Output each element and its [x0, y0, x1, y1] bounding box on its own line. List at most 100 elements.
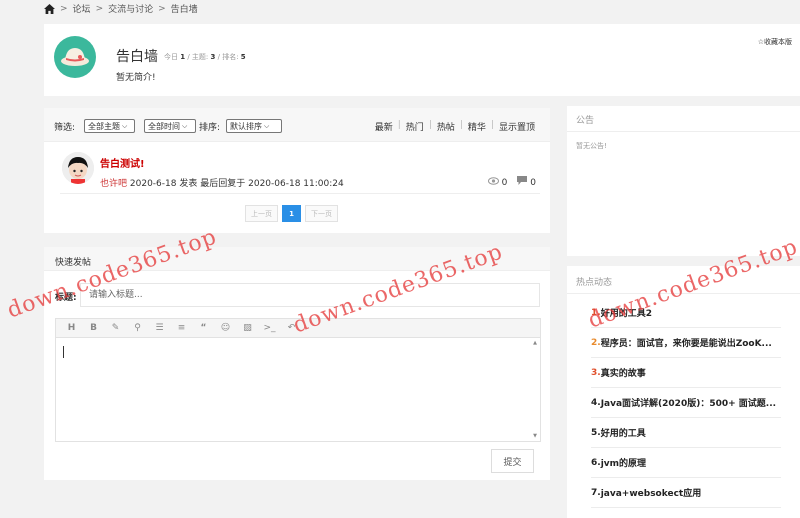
posted-label: 发表: [179, 179, 198, 189]
hot-topics-list: 1. 好用的工具2 2. 程序员：面试官，来你要是能说出ZooK... 3. 真实的故…: [591, 298, 781, 508]
align-icon[interactable]: ≡: [175, 323, 188, 333]
breadcrumb-forum[interactable]: 论坛: [73, 2, 91, 15]
sort-select-value: 默认排序: [230, 121, 262, 131]
list-item[interactable]: 1. 好用的工具2: [591, 298, 781, 328]
thread-title-link[interactable]: 告白测试!: [100, 155, 145, 170]
list-item[interactable]: 2. 程序员：面试官，来你要是能说出ZooK...: [591, 328, 781, 358]
hot-topic-link[interactable]: Java面试详解(2020版)：500+ 面试题...: [601, 396, 776, 409]
list-item[interactable]: 5. 好用的工具: [591, 418, 781, 448]
editor-text-area[interactable]: ▲ ▼: [56, 338, 540, 441]
breadcrumb-current[interactable]: 告白墙: [171, 2, 198, 15]
reply-count-value: 0: [530, 178, 536, 188]
list-item[interactable]: 3. 真实的故事: [591, 358, 781, 388]
link-icon[interactable]: ⚲: [131, 323, 144, 333]
hot-topic-link[interactable]: jvm的原理: [601, 456, 646, 469]
page-title: 告白墙: [116, 49, 158, 65]
chevron-down-icon: ⌵: [122, 121, 128, 130]
last-reply-time: 2020-06-18 11:00:24: [248, 179, 344, 189]
scroll-down-arrow[interactable]: ▼: [533, 433, 537, 439]
forum-stats: 今日 1 / 主题: 3 / 排名: 5: [164, 53, 246, 61]
sort-hot[interactable]: 热门: [401, 120, 429, 133]
thread-date: 2020-6-18: [129, 179, 177, 189]
title-input[interactable]: [80, 283, 540, 307]
quote-icon[interactable]: “: [197, 323, 210, 333]
thread-list-panel: 筛选: 全部主题 ⌵ 全部时间 ⌵ 排序: 默认排序 ⌵ 最新 | 热门 | 热帖 | 精华…: [44, 108, 550, 233]
quick-post-panel: 快速发帖 标题: H B ✎ ⚲ ☰ ≡ “ ☺ ▨ >_ ↶ ▲ ▼ 提交: [44, 247, 550, 480]
table-row: 告白测试! 也许吧 2020-6-18 发表 最后回复于 2020-06-18 …: [60, 152, 540, 194]
reply-count: 0: [517, 176, 536, 188]
divider: [567, 293, 800, 294]
sort-latest[interactable]: 最新: [370, 120, 398, 133]
thread-author[interactable]: 也许吧: [100, 179, 127, 189]
topic-select-value: 全部主题: [88, 121, 120, 131]
breadcrumb-separator: >: [158, 3, 166, 14]
rank-number: 6.: [591, 457, 601, 468]
topic-select[interactable]: 全部主题 ⌵: [84, 119, 135, 133]
sort-hot-posts[interactable]: 热帖: [432, 120, 460, 133]
view-count-value: 0: [501, 177, 508, 188]
hot-topic-link[interactable]: 好用的工具2: [601, 306, 652, 319]
show-pinned[interactable]: 显示置顶: [494, 120, 540, 133]
rank-number: 5.: [591, 427, 601, 438]
sort-select[interactable]: 默认排序 ⌵: [226, 119, 282, 133]
time-select[interactable]: 全部时间 ⌵: [144, 119, 196, 133]
scroll-up-arrow[interactable]: ▲: [533, 340, 537, 346]
today-count: 1: [180, 53, 186, 61]
rank-number: 7.: [591, 487, 601, 498]
rank-label: 排名: [222, 53, 237, 61]
bold-icon[interactable]: B: [87, 323, 100, 333]
rank-number: 3.: [591, 367, 601, 378]
comment-icon: [517, 176, 528, 185]
next-page-button[interactable]: 下一页: [305, 205, 338, 222]
quick-post-header: 快速发帖: [44, 247, 550, 271]
image-icon[interactable]: ▨: [241, 323, 254, 333]
forum-header: 告白墙 今日 1 / 主题: 3 / 排名: 5 暂无简介! ☆收藏本版: [44, 24, 800, 96]
submit-button[interactable]: 提交: [491, 449, 534, 473]
home-icon[interactable]: [44, 3, 55, 14]
breadcrumb: > 论坛 > 交流与讨论 > 告白墙: [44, 2, 198, 15]
topics-label: 主题: [191, 53, 206, 61]
time-select-value: 全部时间: [148, 121, 180, 131]
forum-description: 暂无简介!: [116, 73, 156, 83]
notice-title: 公告: [576, 116, 595, 126]
rich-text-editor: H B ✎ ⚲ ☰ ≡ “ ☺ ▨ >_ ↶ ▲ ▼: [55, 318, 541, 442]
thread-counts: 0 0: [487, 176, 536, 188]
hot-topic-link[interactable]: 真实的故事: [601, 366, 646, 379]
hot-topics-title: 热点动态: [576, 278, 613, 288]
page-1-button[interactable]: 1: [282, 205, 301, 222]
prev-page-button[interactable]: 上一页: [245, 205, 278, 222]
rank-number: 4.: [591, 397, 601, 408]
undo-icon[interactable]: ↶: [285, 323, 298, 333]
today-label: 今日: [164, 53, 178, 61]
sort-label: 排序:: [199, 123, 221, 133]
eye-icon: [487, 176, 499, 185]
list-item[interactable]: 4. Java面试详解(2020版)：500+ 面试题...: [591, 388, 781, 418]
brush-icon[interactable]: ✎: [109, 323, 122, 333]
thread-meta: 也许吧 2020-6-18 发表 最后回复于 2020-06-18 11:00:…: [100, 176, 344, 189]
favorite-button[interactable]: ☆收藏本版: [758, 37, 792, 47]
hat-icon: [61, 48, 89, 66]
bullet-list-icon[interactable]: ☰: [153, 323, 166, 333]
chevron-down-icon: ⌵: [182, 121, 188, 130]
hot-topic-link[interactable]: 程序员：面试官，来你要是能说出ZooK...: [601, 336, 772, 349]
view-count: 0: [487, 176, 508, 188]
avatar[interactable]: [62, 152, 94, 184]
hot-topic-link[interactable]: java+websokect应用: [601, 486, 702, 499]
topics-count: 3: [210, 53, 216, 61]
quick-post-title: 快速发帖: [55, 258, 92, 268]
forum-avatar: [54, 36, 96, 78]
hot-topic-link[interactable]: 好用的工具: [601, 426, 646, 439]
list-item[interactable]: 7. java+websokect应用: [591, 478, 781, 508]
pagination: 上一页 1 下一页: [245, 205, 338, 222]
emoji-icon[interactable]: ☺: [219, 323, 232, 333]
hot-topics-panel: 热点动态 1. 好用的工具2 2. 程序员：面试官，来你要是能说出ZooK... 3…: [567, 266, 800, 518]
user-avatar-icon: [62, 152, 94, 184]
code-icon[interactable]: >_: [263, 323, 276, 333]
heading-icon[interactable]: H: [65, 323, 78, 333]
rank-number: 1.: [591, 307, 601, 318]
list-item[interactable]: 6. jvm的原理: [591, 448, 781, 478]
sort-featured[interactable]: 精华: [463, 120, 491, 133]
breadcrumb-category[interactable]: 交流与讨论: [108, 2, 153, 15]
rank-number: 2.: [591, 337, 601, 348]
notice-panel: 公告 暂无公告!: [567, 106, 800, 256]
